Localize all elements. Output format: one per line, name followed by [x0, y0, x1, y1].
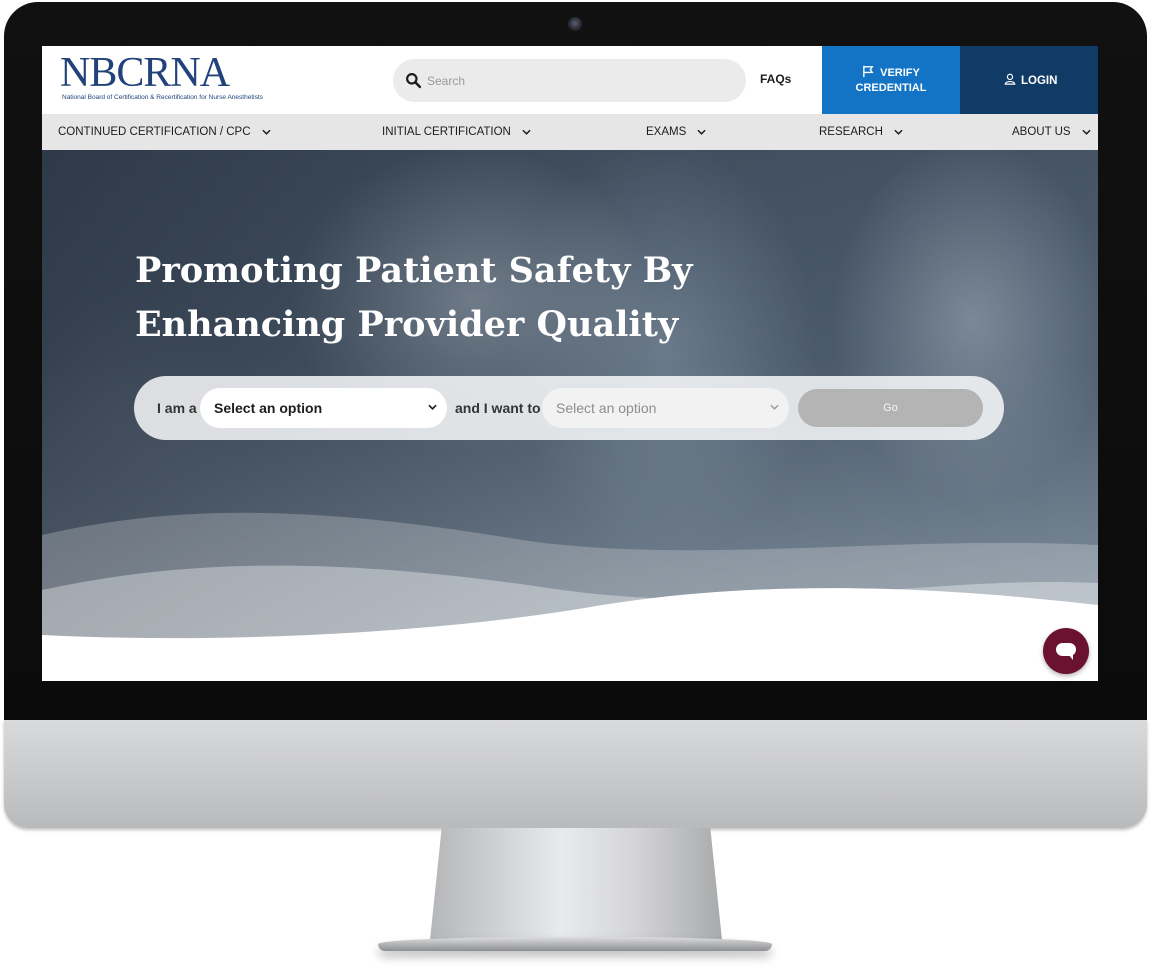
- nav-item-label: EXAMS: [646, 126, 687, 138]
- monitor-chin: [4, 720, 1147, 828]
- chevron-down-icon: [428, 404, 437, 410]
- screen: NBCRNA National Board of Certification &…: [42, 46, 1098, 681]
- chat-button[interactable]: [1043, 628, 1089, 674]
- user-icon: [1004, 73, 1016, 85]
- hero-title-line2: Enhancing Provider Quality: [135, 304, 679, 345]
- goal-select[interactable]: Select an option: [542, 388, 789, 428]
- chat-icon: [1056, 643, 1076, 656]
- search-icon: [406, 73, 422, 89]
- nav-item-label: ABOUT US: [1012, 126, 1071, 138]
- go-button[interactable]: Go: [798, 389, 983, 427]
- role-select[interactable]: Select an option: [200, 388, 447, 428]
- login-button[interactable]: LOGIN: [960, 46, 1098, 114]
- search-bar[interactable]: [393, 59, 746, 102]
- logo-wordmark: NBCRNA: [60, 50, 230, 96]
- nav-item-label: RESEARCH: [819, 126, 883, 138]
- role-select-value: Select an option: [214, 400, 323, 416]
- chevron-down-icon: [1082, 129, 1091, 135]
- faqs-link[interactable]: FAQs: [760, 72, 791, 86]
- chevron-down-icon: [770, 404, 779, 410]
- verify-label-line1: VERIFY: [880, 67, 920, 79]
- verify-credential-button[interactable]: VERIFY CREDENTIAL: [822, 46, 960, 114]
- nav-item-about-us[interactable]: ABOUT US: [1012, 114, 1091, 150]
- camera-icon: [568, 17, 582, 31]
- goal-select-value: Select an option: [556, 400, 657, 416]
- hero-title-line1: Promoting Patient Safety By: [135, 250, 693, 291]
- chevron-down-icon: [697, 129, 707, 135]
- nav-item-research[interactable]: RESEARCH: [819, 114, 903, 150]
- chevron-down-icon: [894, 129, 903, 135]
- login-label: LOGIN: [1021, 75, 1058, 87]
- monitor-stand: [430, 828, 722, 940]
- monitor-base: [378, 937, 772, 951]
- chat-icon-tail: [1068, 654, 1073, 660]
- nav-item-label: CONTINUED CERTIFICATION / CPC: [58, 126, 251, 138]
- nav-item-label: INITIAL CERTIFICATION: [382, 126, 511, 138]
- site-header: NBCRNA National Board of Certification &…: [42, 46, 1098, 114]
- hero-wave-decoration: [42, 512, 1098, 681]
- logo-tagline: National Board of Certification & Recert…: [62, 94, 263, 101]
- hero-title: Promoting Patient Safety By Enhancing Pr…: [135, 244, 735, 352]
- site-logo[interactable]: NBCRNA National Board of Certification &…: [60, 52, 270, 106]
- search-input[interactable]: [427, 59, 727, 102]
- flag-icon: [863, 65, 874, 78]
- nav-item-initial-certification[interactable]: INITIAL CERTIFICATION: [382, 114, 531, 150]
- hero-banner: Promoting Patient Safety By Enhancing Pr…: [42, 150, 1098, 681]
- selector-middle-label: and I want to: [455, 400, 541, 416]
- selector-prefix-label: I am a: [157, 400, 197, 416]
- chevron-down-icon: [262, 129, 271, 135]
- main-nav: CONTINUED CERTIFICATION / CPC INITIAL CE…: [42, 114, 1098, 150]
- nav-item-exams[interactable]: EXAMS: [646, 114, 707, 150]
- audience-selector: I am a Select an option and I want to Se…: [134, 376, 1004, 440]
- nav-item-continued-certification[interactable]: CONTINUED CERTIFICATION / CPC: [58, 114, 271, 150]
- verify-label-line2: CREDENTIAL: [855, 82, 927, 94]
- chevron-down-icon: [522, 129, 531, 135]
